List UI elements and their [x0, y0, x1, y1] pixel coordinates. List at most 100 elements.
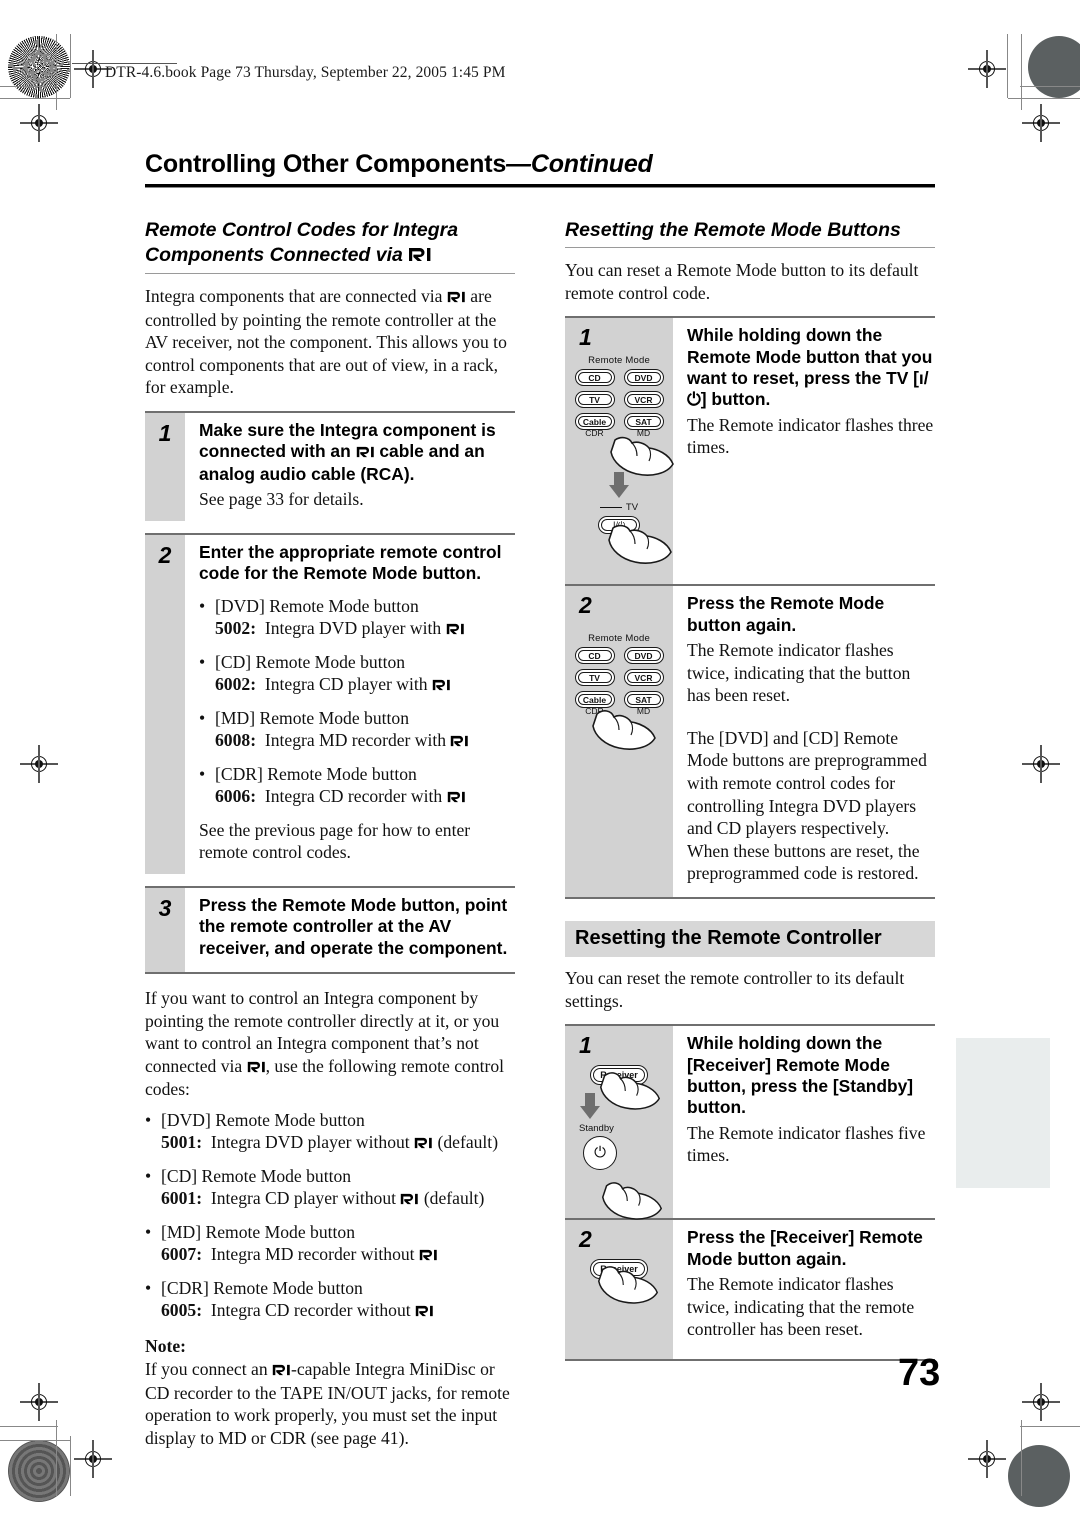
reset-mode-step-1: 1 Remote Mode CD DVD TV VCR Cable SAT CD… — [565, 316, 935, 585]
reset-controller-step-1-body: The Remote indicator flashes five times. — [687, 1122, 926, 1166]
registration-mark-mid-right — [1022, 745, 1060, 783]
ri-logo-icon — [408, 244, 432, 269]
reset-mode-step-2: 2 Remote Mode CD DVD TV VCR Cable SAT CD… — [565, 584, 935, 899]
reset-mode-step-2-number: 2 — [579, 592, 592, 619]
remote-mode-group-label: Remote Mode — [588, 355, 650, 367]
registration-starburst-topleft — [8, 36, 70, 98]
remote-button-tv[interactable]: TV — [574, 669, 615, 687]
tv-leader-line — [599, 506, 622, 509]
remote-button-sat[interactable]: SAT — [623, 691, 664, 709]
code-label: • [CDR] Remote Mode button — [199, 763, 417, 784]
ri-logo-icon — [247, 1056, 266, 1079]
code-label: • [CD] Remote Mode button — [145, 1165, 352, 1186]
remote-button-dvd[interactable]: DVD — [623, 647, 664, 665]
page-content: Controlling Other Components—Continued R… — [145, 150, 935, 1461]
receiver-button[interactable]: Receiver — [590, 1259, 648, 1280]
crop-line-top-v — [56, 34, 58, 110]
reset-mode-step-1-number: 1 — [579, 324, 592, 351]
remote-button-cd[interactable]: CD — [574, 369, 615, 387]
reset-mode-step-1-title: While holding down the Remote Mode butto… — [687, 325, 933, 410]
crop-line-bottomright-v — [1021, 1420, 1023, 1496]
left-step-2-title: Enter the appropriate remote control cod… — [199, 541, 502, 584]
remote-button-row-1: CD DVD — [565, 369, 673, 387]
crop-line-topright-v2 — [1007, 34, 1009, 98]
code-label: • [MD] Remote Mode button — [199, 707, 409, 728]
reset-mode-step-2-title: Press the Remote Mode button again. — [687, 593, 885, 635]
right-intro-1: You can reset a Remote Mode button to it… — [565, 260, 919, 303]
remote-button-row-2: TV VCR — [565, 669, 673, 687]
remote-button-tv[interactable]: TV — [574, 391, 615, 409]
crop-line-bottom-v2 — [70, 1436, 72, 1496]
left-subhead: Remote Control Codes for Integra Compone… — [145, 218, 515, 269]
code-value: 6001: Integra CD player without (default… — [161, 1187, 485, 1208]
code-value: 6007: Integra MD recorder without — [145, 1243, 515, 1266]
running-head-title: Controlling Other Components — [145, 150, 507, 178]
list-item: • [CD] Remote Mode button 6001: Integra C… — [145, 1165, 515, 1210]
crop-line-bottom-h — [0, 1426, 58, 1428]
right-band-head: Resetting the Remote Controller — [565, 920, 935, 957]
list-item: • [MD] Remote Mode button 6008: Integra M… — [199, 707, 515, 752]
registration-starburst-topright — [1028, 36, 1080, 98]
list-item: • [DVD] Remote Mode button 5001: Integra … — [145, 1109, 515, 1154]
reset-controller-step-2-title: Press the [Receiver] Remote Mode button … — [687, 1227, 923, 1269]
code-value: 6008: Integra MD recorder with — [199, 729, 515, 752]
arrow-down-icon — [609, 472, 629, 499]
remote-button-vcr[interactable]: VCR — [623, 391, 664, 409]
running-head: Controlling Other Components—Continued — [145, 150, 935, 179]
left-subhead-line1: Remote Control Codes for Integra — [145, 219, 459, 241]
registration-mark-mid-left — [20, 745, 58, 783]
code-value: 6005: Integra CD recorder without — [145, 1299, 515, 1322]
crop-line-top-h — [0, 86, 58, 88]
remote-diagram-1: 1 Remote Mode CD DVD TV VCR Cable SAT CD… — [565, 318, 674, 585]
registration-mark-bottom-left — [74, 1440, 112, 1478]
tv-label: TV — [625, 502, 639, 514]
tv-power-button[interactable]: I/⏻ — [598, 516, 640, 535]
crop-line-top-h2 — [0, 98, 70, 100]
code-value: 6002: Integra CD player with — [199, 673, 515, 696]
remote-diagram-2: 2 Remote Mode CD DVD TV VCR Cable SAT CD… — [565, 586, 673, 897]
list-item: • [DVD] Remote Mode button 5002: Integra … — [199, 595, 515, 640]
registration-mark-bottom-inner-right — [1022, 1383, 1060, 1421]
remote-button-sat[interactable]: SAT — [623, 413, 664, 431]
running-head-continued: —Continued — [506, 150, 653, 178]
reset-controller-step-1-number: 1 — [579, 1032, 592, 1059]
remote-button-cd[interactable]: CD — [574, 647, 615, 665]
page-number: 73 — [898, 1352, 941, 1394]
left-para-after-step3: If you want to control an Integra compon… — [145, 988, 505, 1100]
note-text: If you connect an -capable Integra MiniD… — [145, 1358, 510, 1448]
reset-controller-step-2: 2 Receiver Press the [Receiver] Remote M… — [565, 1218, 935, 1362]
codes-with-ri-list: • [DVD] Remote Mode button 5002: Integra … — [199, 595, 515, 808]
registration-mark-top-inner-right — [1022, 104, 1060, 142]
thumb-tab — [956, 1038, 1050, 1188]
remote-button-row-2: TV VCR — [565, 391, 673, 409]
code-label: • [DVD] Remote Mode button — [199, 595, 419, 616]
code-value: 5002: Integra DVD player with — [199, 617, 515, 640]
code-value: 6006: Integra CD recorder with — [199, 785, 515, 808]
registration-starburst-bottomleft — [8, 1440, 70, 1502]
left-subhead-rule — [145, 273, 515, 274]
remote-button-cable[interactable]: Cable — [574, 691, 615, 709]
left-step-1-number: 1 — [145, 412, 185, 521]
remote-button-vcr[interactable]: VCR — [623, 669, 664, 687]
list-item: • [CD] Remote Mode button 6002: Integra C… — [199, 651, 515, 696]
code-label: • [CDR] Remote Mode button — [145, 1277, 363, 1298]
remote-button-cable[interactable]: Cable — [574, 413, 615, 431]
reset-mode-step-1-text: While holding down the Remote Mode butto… — [673, 318, 935, 584]
remote-button-row-1: CD DVD — [565, 647, 673, 665]
column-gutter — [515, 218, 565, 1461]
reset-controller-step-1: 1 Receiver Standby ⏻ While holding down … — [565, 1024, 935, 1220]
standby-button[interactable]: ⏻ — [583, 1136, 617, 1171]
crop-line-bottom-h2 — [0, 1440, 70, 1442]
remote-button-dvd[interactable]: DVD — [623, 369, 664, 387]
reset-mode-step-2-body2: The [DVD] and [CD] Remote Mode buttons a… — [687, 727, 927, 884]
left-step-1-sub: See page 33 for details. — [199, 489, 364, 510]
crop-line-bottomright-h — [1020, 1426, 1080, 1428]
code-label: • [CD] Remote Mode button — [199, 651, 406, 672]
ri-logo-icon — [356, 442, 375, 463]
registration-mark-bottom-right — [968, 1440, 1006, 1478]
left-step-1-title: Make sure the Integra component is conne… — [199, 419, 496, 484]
receiver-button[interactable]: Receiver — [590, 1065, 648, 1086]
tv-power-label-row: TV — [565, 502, 673, 513]
left-step-1: 1 Make sure the Integra component is con… — [145, 410, 515, 521]
left-step-3-number: 3 — [145, 887, 185, 972]
